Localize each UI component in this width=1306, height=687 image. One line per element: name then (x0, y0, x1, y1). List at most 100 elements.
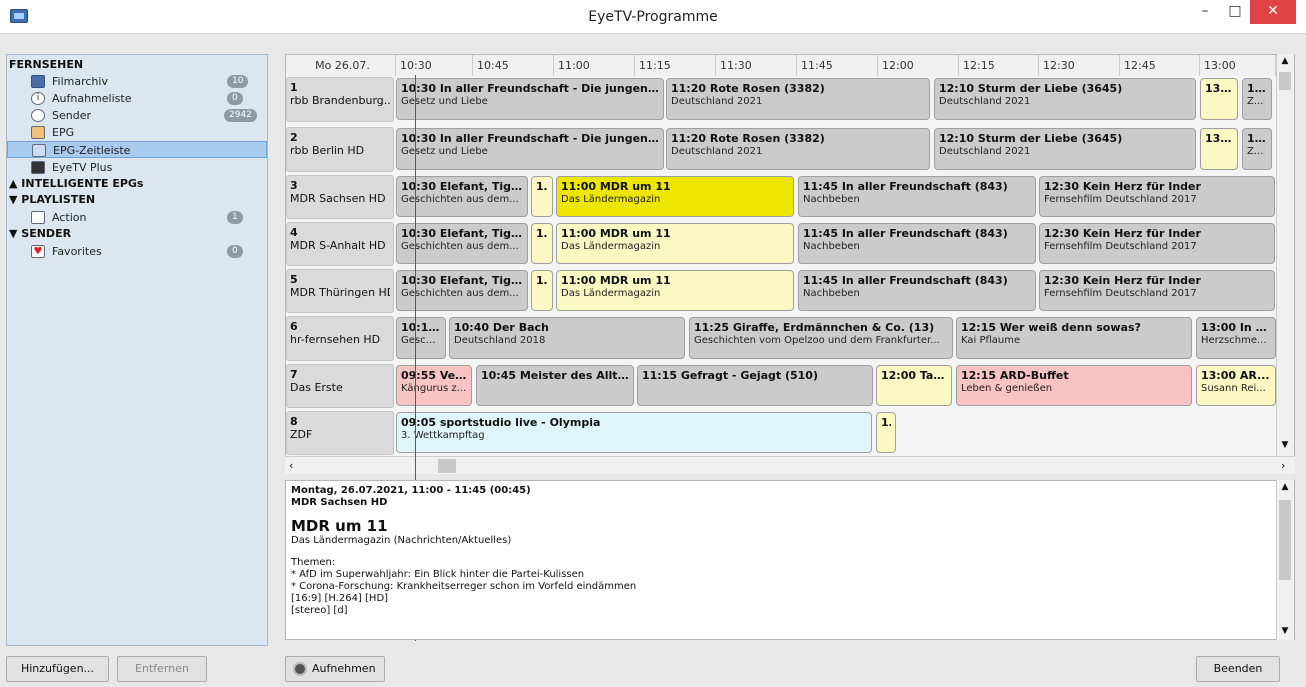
minimize-button[interactable]: – (1190, 0, 1220, 24)
sidebar-item-epg[interactable]: EPG (7, 124, 267, 141)
program-block[interactable]: 09:55 Ver... Kängurus z... (396, 365, 472, 406)
program-block[interactable]: 11:25 Giraffe, Erdmännchen & Co. (13) Ges… (689, 317, 953, 359)
program-block[interactable]: 1... (531, 223, 553, 264)
detail-vertical-scrollbar[interactable]: ▲ ▼ (1276, 480, 1294, 640)
epg-horizontal-scrollbar[interactable]: ‹ › (285, 456, 1295, 474)
program-block[interactable]: 12:10 Sturm der Liebe (3645) Deutschland … (934, 128, 1196, 170)
program-title: 1... (536, 227, 548, 240)
program-block[interactable]: 11:00 MDR um 11 Das Ländermagazin (556, 223, 794, 264)
channel-cell[interactable]: 6 hr-fernsehen HD (286, 316, 394, 361)
program-block[interactable]: 11:00 MDR um 11 Das Ländermagazin (556, 270, 794, 311)
program-block[interactable]: 11:00 MDR um 11 Das Ländermagazin (556, 176, 794, 217)
scroll-down-icon[interactable]: ▼ (1279, 626, 1291, 636)
channel-cell[interactable]: 2 rbb Berlin HD (286, 127, 394, 172)
channel-cell[interactable]: 1 rbb Brandenburg... (286, 77, 394, 122)
program-title: 12:15 ARD-Buffet (961, 369, 1069, 382)
channel-cell[interactable]: 8 ZDF (286, 411, 394, 455)
program-block[interactable]: 10:15...Gesch... (396, 317, 446, 359)
channel-cell[interactable]: 5 MDR Thüringen HD (286, 269, 394, 313)
program-block[interactable]: 10:40 Der Bach Deutschland 2018 (449, 317, 685, 359)
program-block[interactable]: 13:00 In a... Herzschme... (1196, 317, 1276, 359)
program-block[interactable]: 12:15 ARD-Buffet Leben & genießen (956, 365, 1192, 406)
header-time: 11:00 (554, 55, 635, 76)
program-block[interactable]: 10:30 In aller Freundschaft - Die jungen… (396, 128, 664, 170)
channel-name: rbb Brandenburg... (290, 94, 390, 107)
program-block[interactable]: 13:00... (1200, 78, 1238, 120)
section-playlisten[interactable]: ▼ PLAYLISTEN (7, 193, 95, 206)
program-block[interactable]: 13:00... (1200, 128, 1238, 170)
program-block[interactable]: 11:45 In aller Freundschaft (843) Nachbeb… (798, 223, 1036, 264)
program-subtitle: Z... (1247, 96, 1264, 107)
program-title: 10:40 Der Bach (454, 321, 549, 334)
sidebar-item-favorites[interactable]: ♥ Favorites 0 (7, 243, 267, 260)
maximize-button[interactable]: □ (1220, 0, 1250, 24)
program-block[interactable]: 11:20 Rote Rosen (3382) Deutschland 2021 (666, 128, 930, 170)
program-block[interactable]: 10:30 In aller Freundschaft - Die jungen… (396, 78, 664, 120)
scroll-thumb[interactable] (1279, 500, 1291, 580)
scroll-thumb[interactable] (438, 459, 456, 473)
program-block[interactable]: 12:15 Wer weiß denn sowas? Kai Pflaume (956, 317, 1192, 359)
scroll-thumb[interactable] (1279, 72, 1291, 90)
program-block[interactable]: 09:05 sportstudio live - Olympia 3. Wettk… (396, 412, 872, 453)
program-block[interactable]: 11:45 In aller Freundschaft (843) Nachbeb… (798, 176, 1036, 217)
count-badge: 1 (227, 211, 243, 224)
epg-vertical-scrollbar[interactable]: ▲ ▼ (1276, 54, 1294, 456)
program-block[interactable]: 1... (531, 270, 553, 311)
remove-button[interactable]: Entfernen (117, 656, 207, 682)
scroll-down-icon[interactable]: ▼ (1279, 440, 1291, 450)
sidebar-item-aufnahmeliste[interactable]: i Aufnahmeliste 0 (7, 90, 267, 107)
channel-cell[interactable]: 4 MDR S-Anhalt HD (286, 222, 394, 266)
program-title: 11:00 MDR um 11 (561, 180, 671, 193)
program-block[interactable]: 12:30 Kein Herz für Inder Fernsehfilm Deu… (1039, 176, 1275, 217)
program-title: 13:00 In a... (1201, 321, 1271, 334)
program-subtitle: Geschichten aus dem... (401, 194, 519, 205)
section-intelligente-epgs[interactable]: ▲ INTELLIGENTE EPGs (7, 177, 143, 190)
program-block[interactable]: 10:45 Meister des Allta... (476, 365, 634, 406)
scroll-up-icon[interactable]: ▲ (1279, 56, 1291, 66)
quit-button[interactable]: Beenden (1196, 656, 1280, 682)
epg-timeline[interactable]: Mo 26.07. 10:30 10:45 11:00 11:15 11:30 11:45 1… (285, 54, 1295, 474)
program-block[interactable]: 12:30 Kein Herz für Inder Fernsehfilm Deu… (1039, 223, 1275, 264)
program-block[interactable]: 1... Z... (1242, 128, 1272, 170)
program-block[interactable]: 11:20 Rote Rosen (3382) Deutschland 2021 (666, 78, 930, 120)
program-block[interactable]: 13:00 AR... Susann Rei... (1196, 365, 1276, 406)
info-icon: i (31, 92, 45, 105)
close-button[interactable]: ✕ (1250, 0, 1296, 24)
sidebar-item-sender[interactable]: Sender 2942 (7, 107, 267, 124)
channel-cell[interactable]: 7 Das Erste (286, 364, 394, 408)
program-block[interactable]: 1... (876, 412, 896, 453)
channel-number: 4 (290, 226, 298, 239)
program-subtitle: Leben & genießen (961, 383, 1053, 394)
section-sender[interactable]: ▼ SENDER (7, 227, 71, 240)
record-button[interactable]: Aufnehmen (285, 656, 385, 682)
program-block[interactable]: 1... (531, 176, 553, 217)
title-bar: EyeTV-Programme – □ ✕ (0, 0, 1306, 34)
detail-line: * Corona-Forschung: Krankheitserreger sc… (291, 581, 637, 592)
sidebar-item-filmarchiv[interactable]: Filmarchiv 10 (7, 73, 267, 90)
program-subtitle: Gesch... (401, 335, 441, 346)
channel-name: MDR Sachsen HD (290, 192, 386, 205)
film-archive-icon (31, 75, 45, 88)
program-block[interactable]: 1... Z... (1242, 78, 1272, 120)
channel-number: 3 (290, 179, 298, 192)
scroll-up-icon[interactable]: ▲ (1279, 482, 1291, 492)
sidebar-item-eyetv-plus[interactable]: EyeTV Plus (7, 159, 267, 176)
channel-name: MDR Thüringen HD (290, 286, 390, 299)
program-title: 1... (536, 180, 548, 193)
channel-name: rbb Berlin HD (290, 144, 365, 157)
add-button[interactable]: Hinzufügen... (6, 656, 109, 682)
program-subtitle: Deutschland 2021 (939, 146, 1031, 157)
scroll-left-icon[interactable]: ‹ (289, 459, 293, 472)
scroll-right-icon[interactable]: › (1281, 459, 1285, 472)
channel-name: MDR S-Anhalt HD (290, 239, 386, 252)
channel-cell[interactable]: 3 MDR Sachsen HD (286, 175, 394, 219)
program-subtitle: Herzschme... (1201, 335, 1267, 346)
program-title: 09:55 Ver... (401, 369, 467, 382)
program-block[interactable]: 12:00 Tag... (876, 365, 952, 406)
sidebar-item-epg-zeitleiste[interactable]: EPG-Zeitleiste (7, 141, 267, 158)
program-block[interactable]: 12:30 Kein Herz für Inder Fernsehfilm Deu… (1039, 270, 1275, 311)
sidebar-item-action[interactable]: Action 1 (7, 209, 267, 226)
program-block[interactable]: 12:10 Sturm der Liebe (3645) Deutschland … (934, 78, 1196, 120)
program-block[interactable]: 11:45 In aller Freundschaft (843) Nachbeb… (798, 270, 1036, 311)
program-block[interactable]: 11:15 Gefragt - Gejagt (510) (637, 365, 873, 406)
